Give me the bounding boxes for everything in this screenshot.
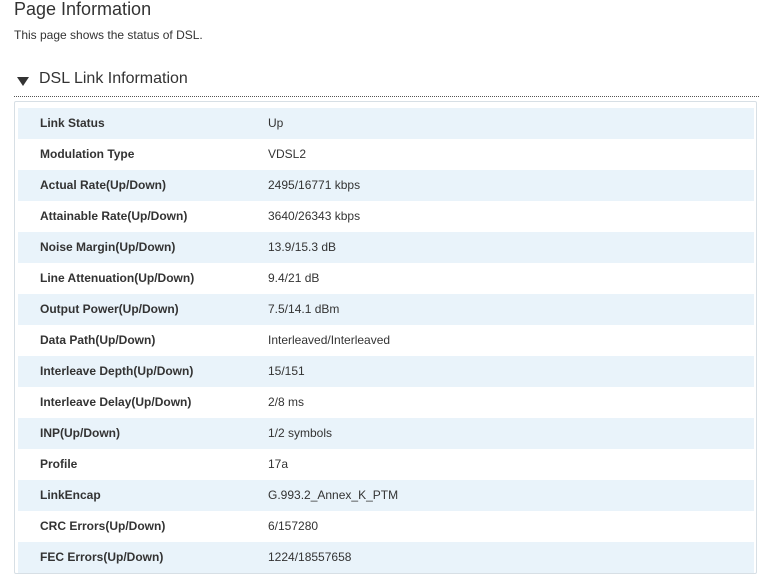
table-row: Link Status Up [18, 108, 754, 139]
table-row: Interleave Delay(Up/Down) 2/8 ms [18, 387, 754, 418]
row-label: INP(Up/Down) [40, 426, 120, 440]
table-row: FEC Errors(Up/Down) 1224/18557658 [18, 542, 754, 573]
table-row: Noise Margin(Up/Down) 13.9/15.3 dB [18, 232, 754, 263]
row-label: CRC Errors(Up/Down) [40, 519, 166, 533]
row-label: Link Status [40, 116, 105, 130]
table-row: LinkEncap G.993.2_Annex_K_PTM [18, 480, 754, 511]
row-label: Noise Margin(Up/Down) [40, 240, 176, 254]
table-row: INP(Up/Down) 1/2 symbols [18, 418, 754, 449]
row-label: FEC Errors(Up/Down) [40, 550, 164, 564]
dsl-info-panel: Link Status Up Modulation Type VDSL2 Actual … [14, 101, 757, 574]
table-row: Attainable Rate(Up/Down) 3640/26343 kbps [18, 201, 754, 232]
row-value: 1/2 symbols [268, 426, 333, 440]
row-label: Interleave Delay(Up/Down) [40, 395, 192, 409]
row-label: Attainable Rate(Up/Down) [40, 209, 188, 223]
row-value: VDSL2 [268, 147, 307, 161]
table-row: Actual Rate(Up/Down) 2495/16771 kbps [18, 170, 754, 201]
section-title[interactable]: DSL Link Information [39, 69, 188, 89]
row-value: 9.4/21 dB [268, 271, 320, 285]
table-row: Profile 17a [18, 449, 754, 480]
row-value: G.993.2_Annex_K_PTM [268, 488, 399, 502]
row-label: Modulation Type [40, 147, 135, 161]
dsl-info-table: Link Status Up Modulation Type VDSL2 Actual … [18, 108, 754, 573]
page-title: Page Information [14, 0, 152, 19]
row-label: Interleave Depth(Up/Down) [40, 364, 194, 378]
table-row: CRC Errors(Up/Down) 6/157280 [18, 511, 754, 542]
table-row: Line Attenuation(Up/Down) 9.4/21 dB [18, 263, 754, 294]
row-value: Up [268, 116, 284, 130]
row-value: 17a [268, 457, 289, 471]
section-header: DSL Link Information [14, 67, 759, 97]
row-value: 15/151 [268, 364, 305, 378]
row-label: Output Power(Up/Down) [40, 302, 179, 316]
row-value: 6/157280 [268, 519, 319, 533]
row-value: 2495/16771 kbps [268, 178, 361, 192]
row-label: Line Attenuation(Up/Down) [40, 271, 195, 285]
row-value: 1224/18557658 [268, 550, 352, 564]
table-row: Interleave Depth(Up/Down) 15/151 [18, 356, 754, 387]
row-value: 2/8 ms [268, 395, 305, 409]
triangle-down-icon[interactable] [16, 73, 30, 87]
row-label: Profile [40, 457, 78, 471]
row-value: 13.9/15.3 dB [268, 240, 337, 254]
row-label: Actual Rate(Up/Down) [40, 178, 166, 192]
table-row: Data Path(Up/Down) Interleaved/Interleave… [18, 325, 754, 356]
row-value: 3640/26343 kbps [268, 209, 361, 223]
table-row: Modulation Type VDSL2 [18, 139, 754, 170]
page-description: This page shows the status of DSL. [14, 28, 203, 42]
row-label: Data Path(Up/Down) [40, 333, 156, 347]
table-row: Output Power(Up/Down) 7.5/14.1 dBm [18, 294, 754, 325]
row-value: 7.5/14.1 dBm [268, 302, 340, 316]
row-label: LinkEncap [40, 488, 101, 502]
row-value: Interleaved/Interleaved [268, 333, 391, 347]
